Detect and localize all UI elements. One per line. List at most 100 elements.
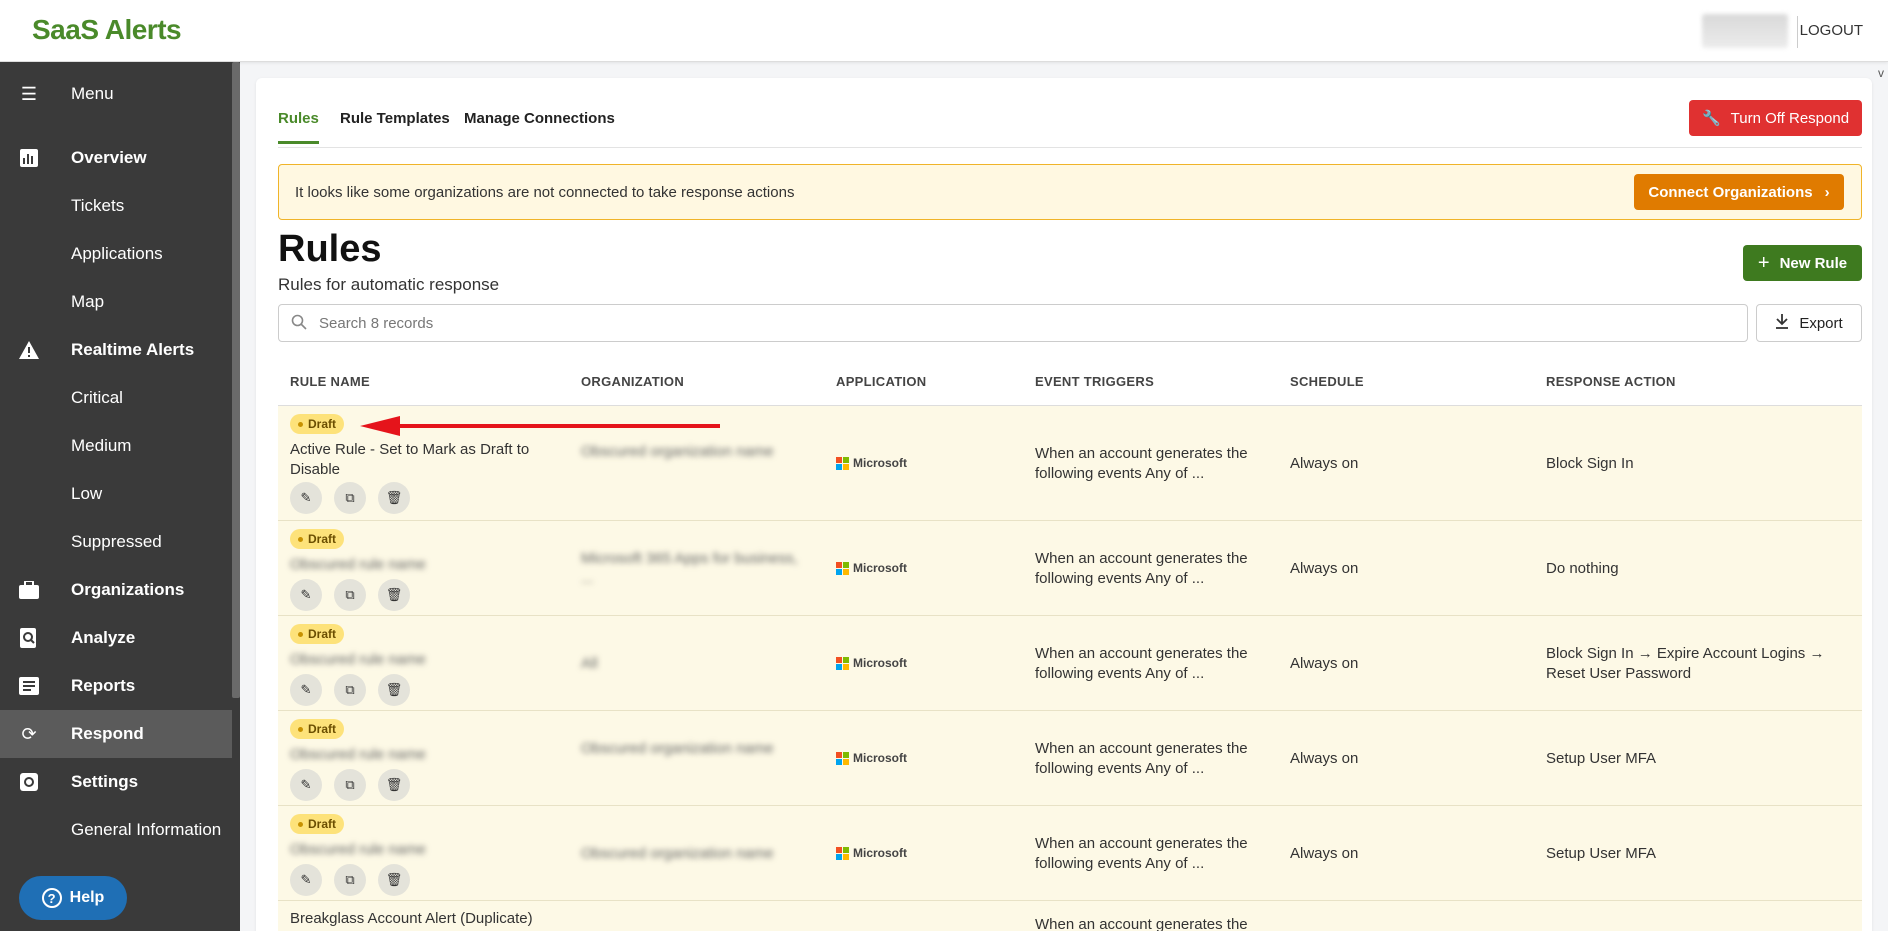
edit-icon[interactable]: ✎ — [290, 579, 322, 611]
duplicate-icon[interactable]: ⧉ — [334, 864, 366, 896]
row-actions: ✎ ⧉ 🗑 — [290, 482, 410, 514]
organization-cell: Obscured organization name — [581, 443, 774, 460]
event-triggers-cell: When an account generates the following … — [1035, 445, 1248, 482]
delete-icon[interactable]: 🗑 — [378, 864, 410, 896]
delete-icon[interactable]: 🗑 — [378, 579, 410, 611]
report-icon — [18, 675, 40, 697]
sidebar-item-general-information[interactable]: General Information — [0, 806, 232, 854]
sidebar-item-respond[interactable]: ⟳ Respond — [0, 710, 232, 758]
turn-off-respond-button[interactable]: 🔧 Turn Off Respond — [1689, 100, 1862, 136]
column-header-event-triggers[interactable]: EVENT TRIGGERS — [1035, 374, 1154, 389]
duplicate-icon[interactable]: ⧉ — [334, 769, 366, 801]
rule-name[interactable]: Obscured rule name — [290, 555, 550, 575]
microsoft-app-logo: Microsoft — [836, 561, 907, 575]
user-account-info[interactable] — [1702, 14, 1788, 48]
page-title: Rules — [278, 228, 382, 270]
rule-name[interactable]: Breakglass Account Alert (Duplicate) — [290, 909, 550, 929]
row-actions: ✎ ⧉ 🗑 — [290, 769, 410, 801]
draft-badge: Draft — [290, 814, 345, 834]
tab-rules[interactable]: Rules — [278, 110, 319, 144]
table-row[interactable]: Draft Obscured rule name ✎ ⧉ 🗑 Obscured … — [278, 711, 1862, 806]
plus-icon: + — [1757, 251, 1770, 274]
download-icon — [1775, 313, 1789, 333]
microsoft-icon — [836, 561, 849, 575]
rule-name[interactable]: Obscured rule name — [290, 840, 550, 860]
schedule-cell: Always on — [1290, 560, 1359, 577]
response-action-cell: Setup User MFA — [1546, 750, 1657, 767]
sidebar-item-critical[interactable]: Critical — [0, 374, 232, 422]
sidebar-item-overview[interactable]: Overview — [0, 134, 232, 182]
duplicate-icon[interactable]: ⧉ — [334, 674, 366, 706]
row-actions: ✎ ⧉ 🗑 — [290, 579, 410, 611]
help-button[interactable]: ? Help — [19, 876, 127, 920]
table-row[interactable]: Draft Obscured rule name ✎ ⧉ 🗑 Obscured … — [278, 806, 1862, 901]
response-action-cell: Do nothing — [1546, 560, 1619, 577]
header-divider — [1797, 16, 1798, 48]
chevron-right-icon: › — [1824, 183, 1830, 201]
sidebar-item-low[interactable]: Low — [0, 470, 232, 518]
duplicate-icon[interactable]: ⧉ — [334, 579, 366, 611]
table-row[interactable]: Draft Obscured rule name ✎ ⧉ 🗑 Microsoft… — [278, 521, 1862, 616]
table-row[interactable]: Breakglass Account Alert (Duplicate) Whe… — [278, 901, 1862, 931]
draft-badge: Draft — [290, 624, 345, 644]
column-header-organization[interactable]: ORGANIZATION — [581, 374, 684, 389]
microsoft-app-logo: Microsoft — [836, 846, 907, 860]
column-header-rule-name[interactable]: RULE NAME — [290, 374, 370, 389]
sidebar-item-applications[interactable]: Applications — [0, 230, 232, 278]
gear-icon — [18, 771, 40, 793]
annotation-arrow-icon — [360, 416, 720, 436]
new-rule-button[interactable]: + New Rule — [1743, 245, 1862, 281]
wrench-icon: 🔧 — [1701, 110, 1721, 127]
response-action-cell: Block Sign In → Expire Account Logins → … — [1546, 645, 1825, 682]
column-header-response-action[interactable]: RESPONSE ACTION — [1546, 374, 1676, 389]
delete-icon[interactable]: 🗑 — [378, 482, 410, 514]
edit-icon[interactable]: ✎ — [290, 482, 322, 514]
hamburger-icon: ☰ — [20, 83, 38, 104]
column-header-schedule[interactable]: SCHEDULE — [1290, 374, 1364, 389]
sidebar-item-medium[interactable]: Medium — [0, 422, 232, 470]
row-actions: ✎ ⧉ 🗑 — [290, 674, 410, 706]
column-header-application[interactable]: APPLICATION — [836, 374, 926, 389]
sidebar-menu-toggle[interactable]: ☰ Menu — [0, 70, 232, 118]
rule-name[interactable]: Active Rule - Set to Mark as Draft to Di… — [290, 440, 550, 480]
tab-manage-connections[interactable]: Manage Connections — [464, 110, 615, 141]
sidebar-item-settings[interactable]: Settings — [0, 758, 232, 806]
briefcase-icon — [18, 579, 40, 601]
edit-icon[interactable]: ✎ — [290, 769, 322, 801]
tab-rule-templates[interactable]: Rule Templates — [340, 110, 450, 141]
search-input[interactable] — [319, 313, 1719, 333]
organization-cell: Obscured organization name — [581, 845, 774, 862]
export-button[interactable]: Export — [1756, 304, 1862, 342]
rule-name[interactable]: Obscured rule name — [290, 745, 550, 765]
microsoft-app-logo: Microsoft — [836, 751, 907, 765]
sidebar-scrollbar[interactable] — [232, 62, 240, 698]
schedule-cell: Always on — [1290, 655, 1359, 672]
event-triggers-cell: When an account generates the following … — [1035, 645, 1248, 682]
table-header: RULE NAME ORGANIZATION APPLICATION EVENT… — [278, 358, 1862, 406]
logout-link[interactable]: LOGOUT — [1800, 22, 1863, 39]
sidebar-item-reports[interactable]: Reports — [0, 662, 232, 710]
microsoft-app-logo: Microsoft — [836, 456, 907, 470]
organization-cell: Obscured organization name — [581, 740, 774, 757]
sidebar-item-suppressed[interactable]: Suppressed — [0, 518, 232, 566]
draft-badge: Draft — [290, 414, 345, 434]
sidebar-item-organizations[interactable]: Organizations — [0, 566, 232, 614]
connect-organizations-button[interactable]: Connect Organizations › — [1634, 174, 1844, 210]
microsoft-icon — [836, 656, 849, 670]
sidebar-item-map[interactable]: Map — [0, 278, 232, 326]
event-triggers-cell: When an account generates the — [1035, 916, 1248, 931]
edit-icon[interactable]: ✎ — [290, 864, 322, 896]
sidebar-item-tickets[interactable]: Tickets — [0, 182, 232, 230]
saas-alerts-logo[interactable]: SaaS Alerts — [32, 14, 182, 46]
sidebar-item-analyze[interactable]: Analyze — [0, 614, 232, 662]
edit-icon[interactable]: ✎ — [290, 674, 322, 706]
event-triggers-cell: When an account generates the following … — [1035, 550, 1248, 587]
delete-icon[interactable]: 🗑 — [378, 769, 410, 801]
connection-warning-banner: It looks like some organizations are not… — [278, 164, 1862, 220]
draft-badge: Draft — [290, 719, 345, 739]
duplicate-icon[interactable]: ⧉ — [334, 482, 366, 514]
sidebar-item-realtime-alerts[interactable]: Realtime Alerts — [0, 326, 232, 374]
table-row[interactable]: Draft Obscured rule name ✎ ⧉ 🗑 All Micro… — [278, 616, 1862, 711]
rule-name[interactable]: Obscured rule name — [290, 650, 550, 670]
delete-icon[interactable]: 🗑 — [378, 674, 410, 706]
